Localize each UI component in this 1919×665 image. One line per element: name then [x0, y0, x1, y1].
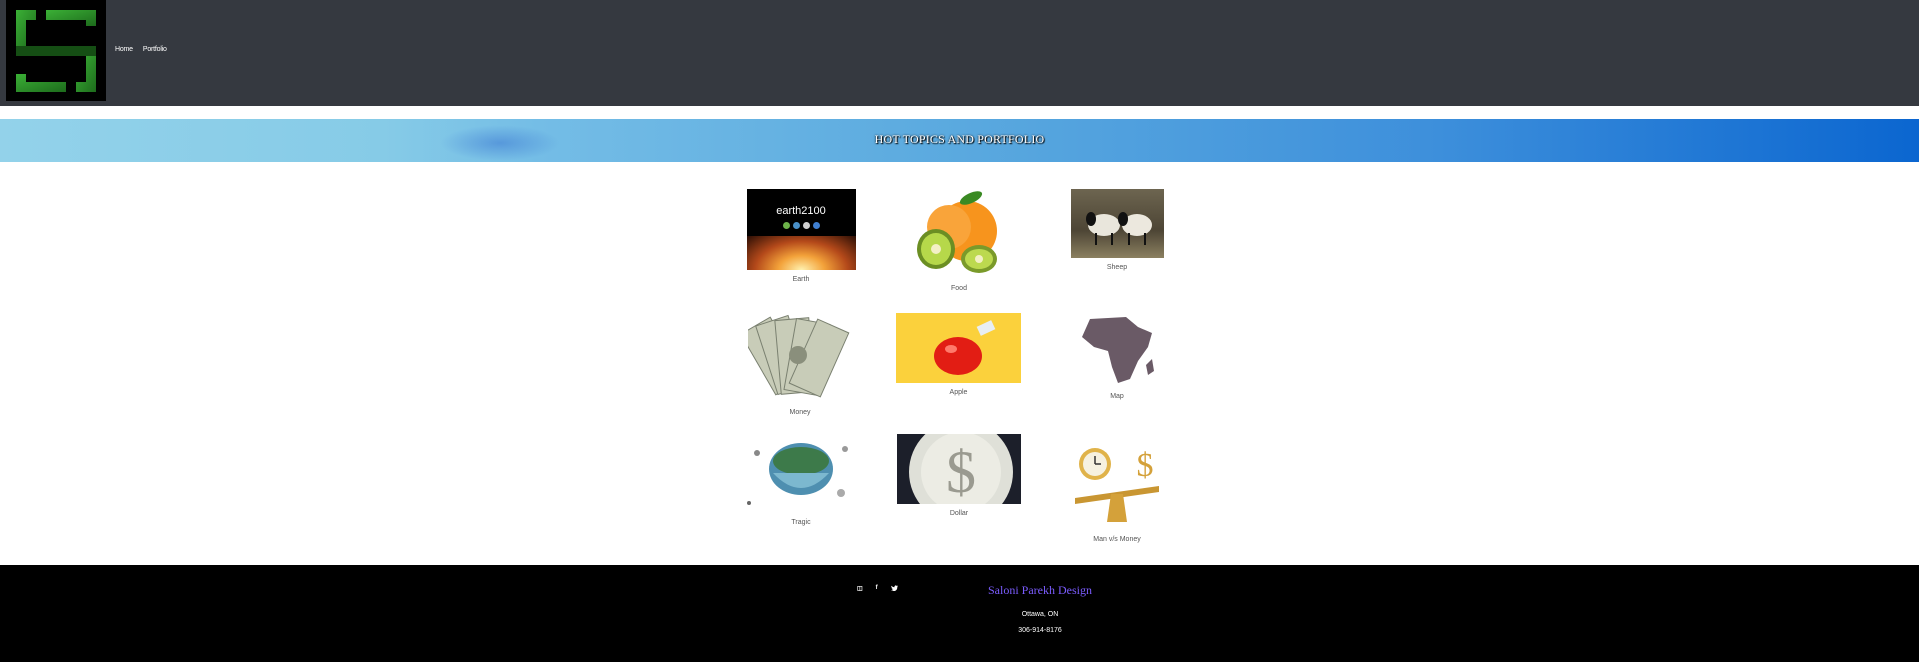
svg-text:$: $: [1137, 447, 1154, 484]
gallery-item-sheep[interactable]: Sheep: [1069, 189, 1165, 271]
sheep-image: [1070, 189, 1164, 258]
gallery-item-apple[interactable]: Apple: [896, 313, 1021, 396]
gallery-caption: Sheep: [1106, 264, 1128, 271]
gallery-item-food[interactable]: Food: [904, 189, 1014, 292]
gallery-item-earth[interactable]: earth2100 Earth: [746, 189, 856, 283]
site-header: Home Portfolio: [0, 0, 1919, 106]
site-footer: ◫ f Saloni Parekh Design Ottawa, ON 306-…: [0, 565, 1919, 662]
instagram-icon[interactable]: ◫: [857, 585, 863, 593]
footer-phone[interactable]: 306-914-8176: [940, 627, 1140, 634]
gallery-item-man-vs-money[interactable]: $ Man v/s Money: [1060, 434, 1174, 543]
gallery-item-tragic[interactable]: Tragic: [743, 433, 859, 526]
money-image: [747, 313, 853, 403]
gallery-item-money[interactable]: Money: [745, 313, 855, 416]
gallery-caption: Food: [951, 285, 967, 292]
gallery-caption: Dollar: [949, 510, 969, 517]
nav-portfolio-link[interactable]: Portfolio: [143, 46, 167, 53]
svg-text:$: $: [946, 439, 976, 504]
tragic-image: [743, 433, 859, 513]
gallery-caption: Map: [1110, 393, 1124, 400]
page-title: HOT TOPICS AND PORTFOLIO: [874, 132, 1045, 146]
gallery-item-map[interactable]: Map: [1067, 313, 1167, 400]
main-nav: Home Portfolio: [115, 46, 167, 53]
gallery-caption: Tragic: [791, 519, 811, 526]
gallery-caption: Apple: [949, 389, 968, 396]
man-vs-money-image: $: [1067, 434, 1167, 530]
nav-home-link[interactable]: Home: [115, 46, 133, 53]
footer-location: Ottawa, ON: [1021, 611, 1059, 618]
food-image: [909, 189, 1010, 279]
social-links: ◫ f: [857, 585, 898, 593]
gallery-caption: Man v/s Money: [1093, 536, 1141, 543]
twitter-icon[interactable]: [890, 585, 898, 593]
brand-name: Saloni Parekh Design: [988, 583, 1092, 597]
gallery-item-dollar[interactable]: $ Dollar: [897, 434, 1021, 517]
site-logo[interactable]: [6, 0, 106, 101]
map-image: [1068, 313, 1167, 387]
gallery-caption: Earth: [792, 276, 810, 283]
facebook-icon[interactable]: f: [876, 585, 878, 593]
apple-image: [896, 313, 1021, 383]
earth-image: earth2100: [746, 189, 856, 270]
dollar-image: $: [897, 434, 1021, 504]
hero-banner: HOT TOPICS AND PORTFOLIO: [0, 119, 1919, 162]
gallery-caption: Money: [789, 409, 811, 416]
